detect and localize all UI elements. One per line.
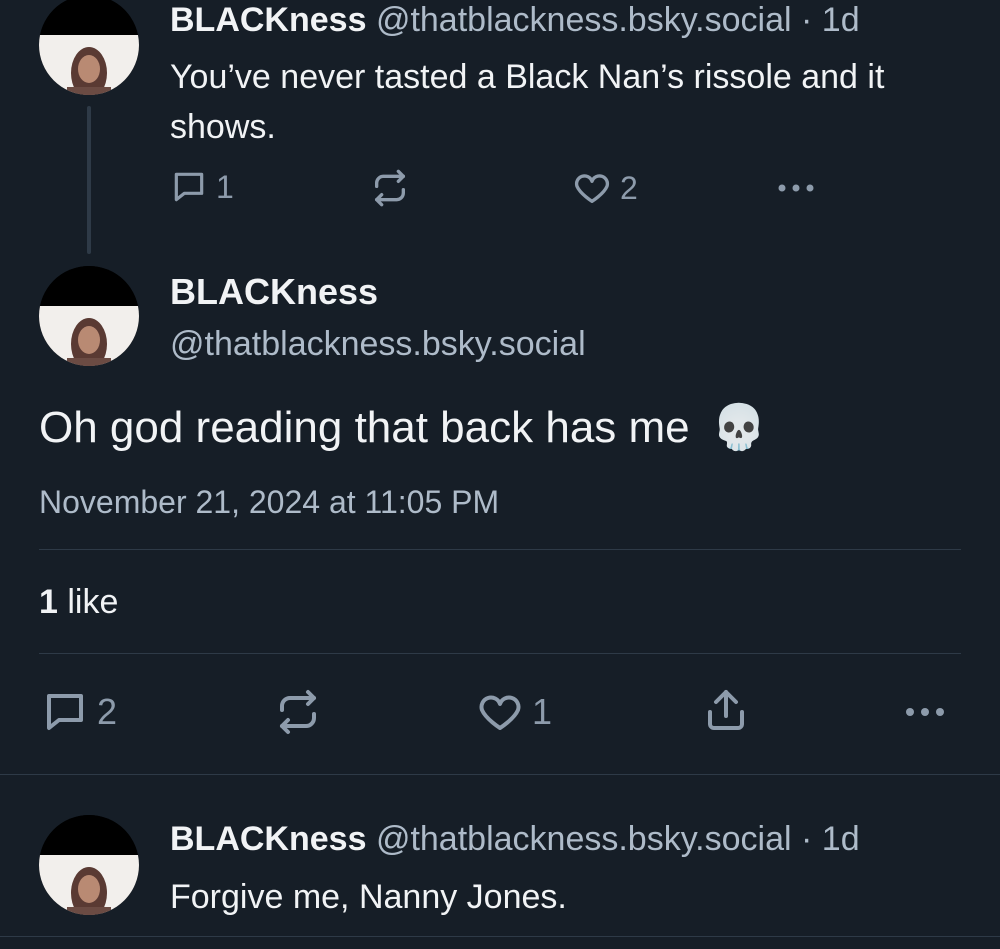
reply-count: 2 bbox=[97, 691, 118, 732]
post-text: Oh god reading that back has me bbox=[39, 403, 690, 452]
post-time[interactable]: · 1d bbox=[801, 1, 860, 39]
avatar[interactable] bbox=[39, 815, 139, 915]
repost-icon bbox=[280, 690, 316, 734]
display-name[interactable]: BLACKness bbox=[170, 820, 366, 858]
likes-summary[interactable]: 1 like bbox=[39, 582, 118, 622]
more-options-button[interactable] bbox=[774, 168, 818, 208]
handle[interactable]: @thatblackness.bsky.social bbox=[170, 322, 586, 366]
display-name[interactable]: BLACKness bbox=[170, 270, 378, 314]
reply-button[interactable]: 1 bbox=[170, 168, 234, 206]
more-options-button[interactable] bbox=[902, 692, 948, 732]
like-count: 1 bbox=[532, 691, 553, 732]
like-count: 2 bbox=[620, 169, 638, 206]
like-button[interactable]: 2 bbox=[572, 168, 638, 208]
skull-emoji: 💀 bbox=[711, 402, 767, 453]
like-icon bbox=[574, 174, 610, 203]
post-time[interactable]: · 1d bbox=[801, 820, 860, 858]
divider bbox=[39, 653, 961, 654]
reply-button[interactable]: 2 bbox=[41, 688, 117, 736]
avatar[interactable] bbox=[39, 0, 139, 95]
like-icon bbox=[479, 695, 521, 730]
avatar-photo bbox=[39, 0, 139, 95]
repost-button[interactable] bbox=[370, 168, 410, 208]
repost-button[interactable] bbox=[274, 688, 322, 736]
thread-line bbox=[87, 106, 91, 254]
post-text-row: Oh god reading that back has me 💀 bbox=[39, 398, 767, 458]
like-total-label: like bbox=[67, 583, 119, 621]
post-text: Forgive me, Nanny Jones. bbox=[170, 878, 567, 916]
avatar[interactable] bbox=[39, 266, 139, 366]
share-icon bbox=[708, 690, 744, 730]
reply-count: 1 bbox=[216, 168, 234, 205]
more-icon bbox=[906, 708, 944, 716]
share-button[interactable] bbox=[702, 686, 750, 734]
section-divider bbox=[0, 936, 1000, 937]
repost-icon bbox=[375, 169, 405, 207]
section-divider bbox=[0, 774, 1000, 775]
avatar-photo bbox=[39, 266, 139, 366]
reply-icon bbox=[47, 694, 83, 730]
avatar-photo bbox=[39, 815, 139, 915]
handle[interactable]: @thatblackness.bsky.social bbox=[376, 820, 792, 858]
like-button[interactable]: 1 bbox=[476, 688, 552, 736]
handle[interactable]: @thatblackness.bsky.social bbox=[376, 1, 792, 39]
reply-icon bbox=[174, 172, 204, 202]
like-total: 1 bbox=[39, 583, 58, 621]
more-icon bbox=[778, 184, 814, 192]
divider bbox=[39, 549, 961, 550]
post-timestamp[interactable]: November 21, 2024 at 11:05 PM bbox=[39, 482, 499, 522]
display-name[interactable]: BLACKness bbox=[170, 1, 366, 39]
post-text: You’ve never tasted a Black Nan’s rissol… bbox=[170, 58, 885, 146]
